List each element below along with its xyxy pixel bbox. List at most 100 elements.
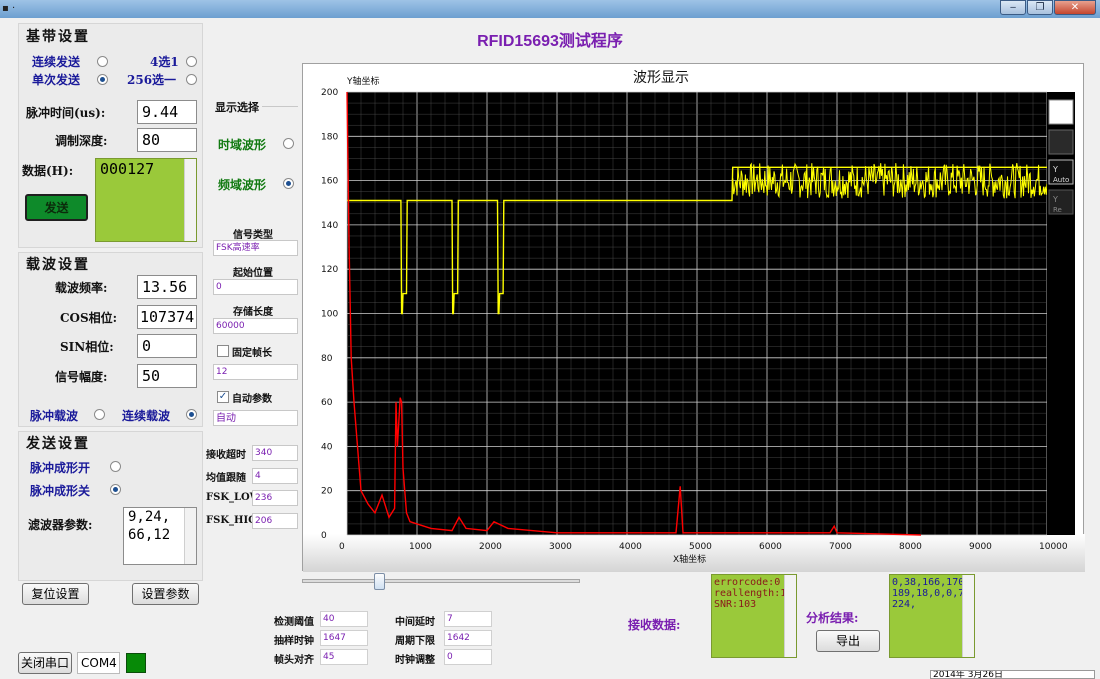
- fsk-high-label: FSK_HIG: [206, 515, 257, 526]
- mid-delay-label: 中间延时: [395, 617, 435, 628]
- mid-delay-field[interactable]: 7: [444, 611, 492, 627]
- x-tick-label: 6000: [759, 542, 782, 552]
- x-axis-label: X轴坐标: [673, 553, 706, 565]
- maximize-button[interactable]: ❐: [1027, 0, 1053, 15]
- continuous-carrier-radio[interactable]: [186, 409, 197, 420]
- data-hex-scrollbar[interactable]: [184, 159, 196, 241]
- pulse-shaping-off-label: 脉冲成形关: [30, 484, 91, 498]
- fsk-high-field[interactable]: 206: [252, 513, 298, 529]
- single-send-radio[interactable]: [97, 74, 108, 85]
- mean-follow-field[interactable]: 4: [252, 468, 298, 484]
- position-slider-track[interactable]: [302, 579, 580, 583]
- close-port-button[interactable]: 关闭串口: [18, 652, 72, 674]
- pulse-carrier-radio[interactable]: [94, 409, 105, 420]
- sin-phase-label: SIN相位:: [60, 340, 114, 354]
- carrier-freq-input[interactable]: 13.56: [137, 275, 197, 299]
- set-params-button[interactable]: 设置参数: [132, 583, 199, 605]
- y-tick-label: 200: [321, 88, 338, 98]
- start-pos-label: 起始位置: [233, 268, 273, 279]
- clock-adjust-field[interactable]: 0: [444, 649, 492, 665]
- data-hex-textarea[interactable]: 000127: [95, 158, 197, 242]
- single-send-label: 单次发送: [32, 73, 81, 87]
- window-controls: ‒ ❐ ✕: [1000, 0, 1096, 16]
- y-tick-label: 80: [321, 354, 333, 364]
- pulse-time-label: 脉冲时间(us):: [26, 106, 106, 120]
- x-tick-label: 8000: [899, 542, 922, 552]
- waveform-chart[interactable]: 波形显示 Y轴坐标 X轴坐标 0 1000 2000 3000 4000 5000 6000…: [302, 63, 1085, 572]
- four-choose-one-radio[interactable]: [186, 56, 197, 67]
- freq-domain-label: 频域波形: [218, 178, 267, 192]
- minimize-button[interactable]: ‒: [1000, 0, 1026, 15]
- sample-clock-field[interactable]: 1647: [320, 630, 368, 646]
- x-tick-label: 1000: [409, 542, 432, 552]
- fixed-frame-field[interactable]: 12: [213, 364, 298, 380]
- y-tick-label: 180: [321, 132, 338, 142]
- auto-param-field[interactable]: 自动: [213, 410, 298, 426]
- y-tick-label: 40: [321, 442, 333, 452]
- chart-title: 波形显示: [633, 70, 689, 86]
- mod-depth-label: 调制深度:: [55, 134, 108, 148]
- frame-align-field[interactable]: 45: [320, 649, 368, 665]
- com-port-field[interactable]: COM4: [77, 652, 120, 674]
- signal-type-field[interactable]: FSK高速率: [213, 240, 298, 256]
- auto-param-checkbox[interactable]: ✓: [217, 391, 229, 403]
- choose-256-radio[interactable]: [186, 74, 197, 85]
- x-tick-label: 4000: [619, 542, 642, 552]
- pulse-time-input[interactable]: 9.44: [137, 100, 197, 124]
- carrier-freq-label: 载波频率:: [55, 281, 108, 295]
- choose-256-label: 256选一: [127, 73, 177, 87]
- receive-data-label: 接收数据:: [628, 618, 681, 632]
- frame-align-label: 帧头对齐: [274, 655, 314, 666]
- time-domain-radio[interactable]: [283, 138, 294, 149]
- y-reset-icon-label-re: Re: [1053, 206, 1062, 214]
- grid-icon[interactable]: [1048, 99, 1074, 125]
- rx-timeout-field[interactable]: 340: [252, 445, 298, 461]
- store-len-field[interactable]: 60000: [213, 318, 298, 334]
- fsk-low-field[interactable]: 236: [252, 490, 298, 506]
- receive-data-scrollbar[interactable]: [784, 575, 796, 657]
- carrier-title: 载波设置: [26, 257, 90, 273]
- pulse-carrier-label: 脉冲载波: [30, 409, 79, 423]
- filter-params-scrollbar[interactable]: [184, 508, 196, 564]
- start-pos-field[interactable]: 0: [213, 279, 298, 295]
- signal-amp-label: 信号幅度:: [55, 370, 108, 384]
- signal-amp-input[interactable]: 50: [137, 364, 197, 388]
- zoom-icon[interactable]: [1048, 129, 1074, 155]
- y-auto-icon-label-y: Y: [1052, 165, 1058, 174]
- x-tick-label: 5000: [689, 542, 712, 552]
- waveform-chart-svg: 波形显示 Y轴坐标 X轴坐标 0 1000 2000 3000 4000 5000 6000…: [303, 70, 1085, 572]
- mod-depth-input[interactable]: 80: [137, 128, 197, 152]
- clock-adjust-label: 时钟调整: [395, 655, 435, 666]
- period-lower-label: 周期下限: [395, 636, 435, 647]
- send-button[interactable]: 发送: [25, 194, 88, 221]
- continuous-send-radio[interactable]: [97, 56, 108, 67]
- pulse-shaping-on-radio[interactable]: [110, 461, 121, 472]
- x-tick-label: 0: [339, 542, 345, 552]
- detect-threshold-label: 检测阈值: [274, 617, 314, 628]
- cos-phase-input[interactable]: 107374: [137, 305, 197, 329]
- x-axis-band: [303, 534, 1085, 572]
- date-picker[interactable]: 2014年 3月26日: [930, 670, 1095, 679]
- export-button[interactable]: 导出: [816, 630, 880, 652]
- x-tick-label: 10000: [1039, 542, 1068, 552]
- y-tick-label: 100: [321, 310, 338, 320]
- cos-phase-label: COS相位:: [60, 311, 118, 325]
- y-tick-label: 0: [321, 531, 327, 541]
- y-tick-label: 20: [321, 487, 333, 497]
- pulse-shaping-off-radio[interactable]: [110, 484, 121, 495]
- x-tick-label: 2000: [479, 542, 502, 552]
- freq-domain-radio[interactable]: [283, 178, 294, 189]
- analysis-result-scrollbar[interactable]: [962, 575, 974, 657]
- reset-settings-button[interactable]: 复位设置: [22, 583, 89, 605]
- detect-threshold-field[interactable]: 40: [320, 611, 368, 627]
- app-icon[interactable]: ▪ ·: [2, 3, 15, 14]
- sample-clock-label: 抽样时钟: [274, 636, 314, 647]
- fixed-frame-checkbox[interactable]: [217, 345, 229, 357]
- position-slider-thumb[interactable]: [374, 573, 385, 590]
- close-button[interactable]: ✕: [1054, 0, 1096, 15]
- period-lower-field[interactable]: 1642: [444, 630, 492, 646]
- port-status-indicator: [126, 653, 146, 673]
- y-auto-icon-label-auto: Auto: [1053, 176, 1069, 184]
- fixed-frame-label: 固定帧长: [232, 348, 272, 359]
- sin-phase-input[interactable]: 0: [137, 334, 197, 358]
